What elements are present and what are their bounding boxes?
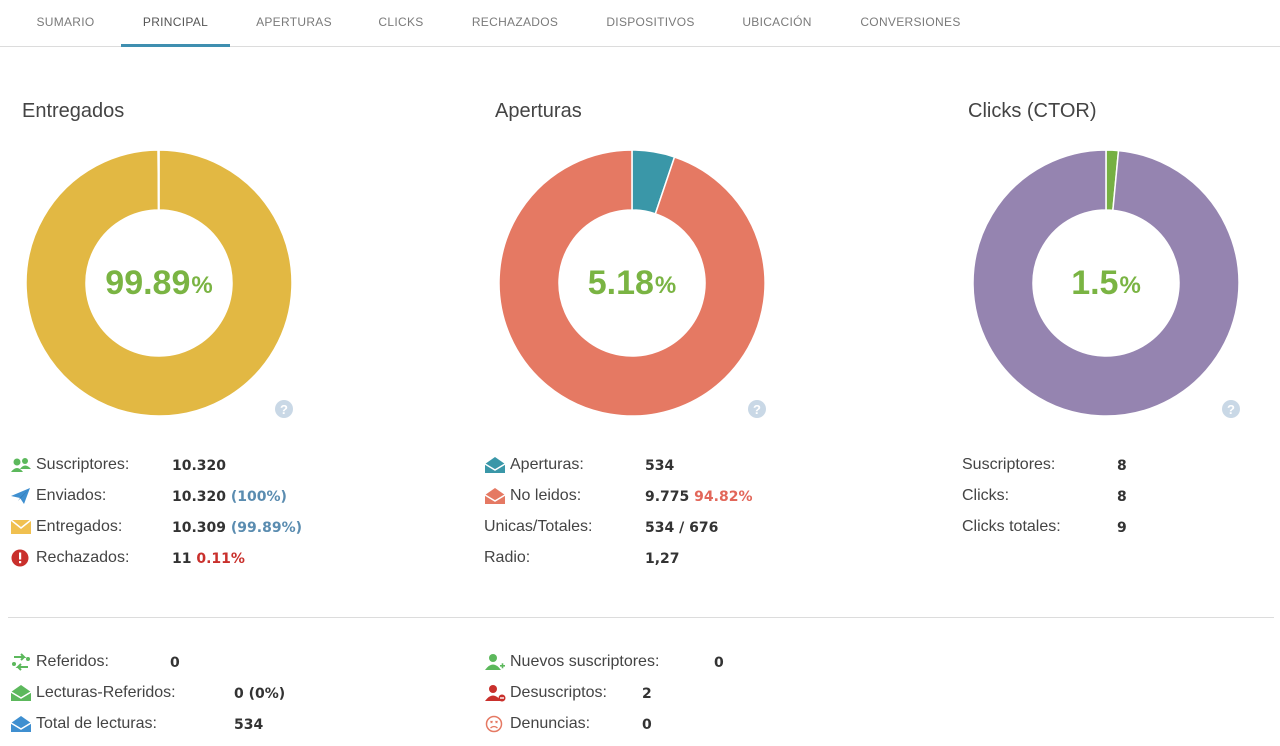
open-envelope-blue-icon (10, 716, 32, 732)
stat-lecturas-referidos: Lecturas-Referidos: 0 (0%) (10, 684, 430, 715)
entregados-donut: 99.89% (26, 150, 292, 416)
stat-unicas-totales: Unicas/Totales: 534 / 676 (484, 518, 884, 549)
tab-principal[interactable]: PRINCIPAL (121, 15, 230, 47)
aperturas-stats: Aperturas: 534 No leidos: 9.775 94.82% U… (484, 456, 884, 580)
users-icon (11, 458, 31, 472)
stat-aperturas: Aperturas: 534 (484, 456, 884, 487)
stat-desuscriptos: Desuscriptos: 2 (484, 684, 884, 715)
stat-label: Entregados: (36, 518, 123, 535)
referidos-stats: Referidos: 0 Lecturas-Referidos: 0 (0%) … (10, 653, 430, 746)
stat-label: Unicas/Totales: (484, 518, 593, 535)
open-envelope-green-icon (10, 685, 32, 701)
stat-denuncias: Denuncias: 0 (484, 715, 884, 746)
stat-value: 0 (170, 655, 180, 671)
complaint-icon (485, 715, 503, 733)
stat-value: 8 (1117, 458, 1127, 474)
stat-label: Suscriptores: (962, 456, 1056, 473)
user-remove-icon (485, 685, 506, 702)
paper-plane-icon (11, 488, 30, 504)
clicks-title: Clicks (CTOR) (968, 100, 1097, 122)
clicks-donut: 1.5% (973, 150, 1239, 416)
tab-sumario[interactable]: SUMARIO (33, 15, 98, 46)
stat-value: 9.775 94.82% (645, 489, 753, 505)
stat-value: 534 / 676 (645, 520, 719, 536)
stat-label: Nuevos suscriptores: (510, 653, 660, 670)
stat-value: 11 0.11% (172, 551, 245, 567)
stat-referidos: Referidos: 0 (10, 653, 430, 684)
stat-label: Clicks: (962, 487, 1010, 504)
entregados-title: Entregados (22, 100, 125, 122)
tab-bar: SUMARIO PRINCIPAL APERTURAS CLICKS RECHA… (0, 0, 1280, 47)
stat-value: 8 (1117, 489, 1127, 505)
stat-label: Referidos: (36, 653, 109, 670)
clicks-center-value: 1.5% (1071, 263, 1141, 302)
stat-value: 0 (642, 717, 652, 733)
envelope-icon (10, 519, 32, 534)
closed-envelope-icon (484, 488, 506, 504)
suscripciones-stats: Nuevos suscriptores: 0 Desuscriptos: 2 D… (484, 653, 884, 746)
aperturas-donut: 5.18% (499, 150, 765, 416)
exclamation-icon (11, 549, 29, 567)
stat-enviados: Enviados: 10.320 (100%) (10, 487, 430, 518)
stat-value: 10.320 (100%) (172, 489, 287, 505)
stat-label: Radio: (484, 549, 531, 566)
stat-value: 534 (234, 717, 264, 733)
stat-value: 0 (0%) (234, 686, 286, 702)
tab-dispositivos[interactable]: DISPOSITIVOS (604, 15, 697, 46)
refer-icon (12, 653, 30, 671)
stat-radio: Radio: 1,27 (484, 549, 884, 580)
stat-suscriptores: Suscriptores: 10.320 (10, 456, 430, 487)
open-envelope-icon (484, 457, 506, 473)
stat-label: Enviados: (36, 487, 107, 504)
stat-no-leidos: No leidos: 9.775 94.82% (484, 487, 884, 518)
entregados-help-icon[interactable]: ? (275, 400, 293, 418)
stat-label: Denuncias: (510, 715, 591, 732)
stat-label: Aperturas: (510, 456, 584, 473)
stat-value: 2 (642, 686, 652, 702)
stat-label: Desuscriptos: (510, 684, 607, 701)
aperturas-title: Aperturas (495, 100, 582, 122)
stat-value: 1,27 (645, 551, 680, 567)
stat-rechazados: Rechazados: 11 0.11% (10, 549, 430, 580)
aperturas-center-value: 5.18% (587, 263, 677, 302)
stat-label: Lecturas-Referidos: (36, 684, 176, 701)
stat-entregados: Entregados: 10.309 (99.89%) (10, 518, 430, 549)
tab-aperturas[interactable]: APERTURAS (254, 15, 334, 46)
stat-clicks: Clicks: 8 (962, 487, 1262, 518)
user-add-icon (485, 654, 505, 670)
stat-label: Clicks totales: (962, 518, 1061, 535)
stat-value: 10.320 (172, 458, 227, 474)
stat-value: 0 (714, 655, 724, 671)
tab-ubicacion[interactable]: UBICACIÓN (740, 15, 814, 46)
tab-clicks[interactable]: CLICKS (377, 15, 425, 46)
stat-label: No leidos: (510, 487, 582, 504)
stat-total-lecturas: Total de lecturas: 534 (10, 715, 430, 746)
stat-clicks-totales: Clicks totales: 9 (962, 518, 1262, 549)
tab-conversiones[interactable]: CONVERSIONES (858, 15, 963, 46)
clicks-stats: Suscriptores: 8 Clicks: 8 Clicks totales… (962, 456, 1262, 549)
tab-rechazados[interactable]: RECHAZADOS (469, 15, 561, 46)
stat-value: 10.309 (99.89%) (172, 520, 303, 536)
stat-click-suscriptores: Suscriptores: 8 (962, 456, 1262, 487)
stat-label: Total de lecturas: (36, 715, 157, 732)
stat-nuevos-suscriptores: Nuevos suscriptores: 0 (484, 653, 884, 684)
stat-value: 9 (1117, 520, 1127, 536)
stat-label: Suscriptores: (36, 456, 130, 473)
stat-label: Rechazados: (36, 549, 130, 566)
clicks-help-icon[interactable]: ? (1222, 400, 1240, 418)
stat-value: 534 (645, 458, 675, 474)
aperturas-help-icon[interactable]: ? (748, 400, 766, 418)
entregados-center-value: 99.89% (105, 263, 213, 302)
section-divider (8, 617, 1274, 618)
entregados-stats: Suscriptores: 10.320 Enviados: 10.320 (1… (10, 456, 430, 580)
